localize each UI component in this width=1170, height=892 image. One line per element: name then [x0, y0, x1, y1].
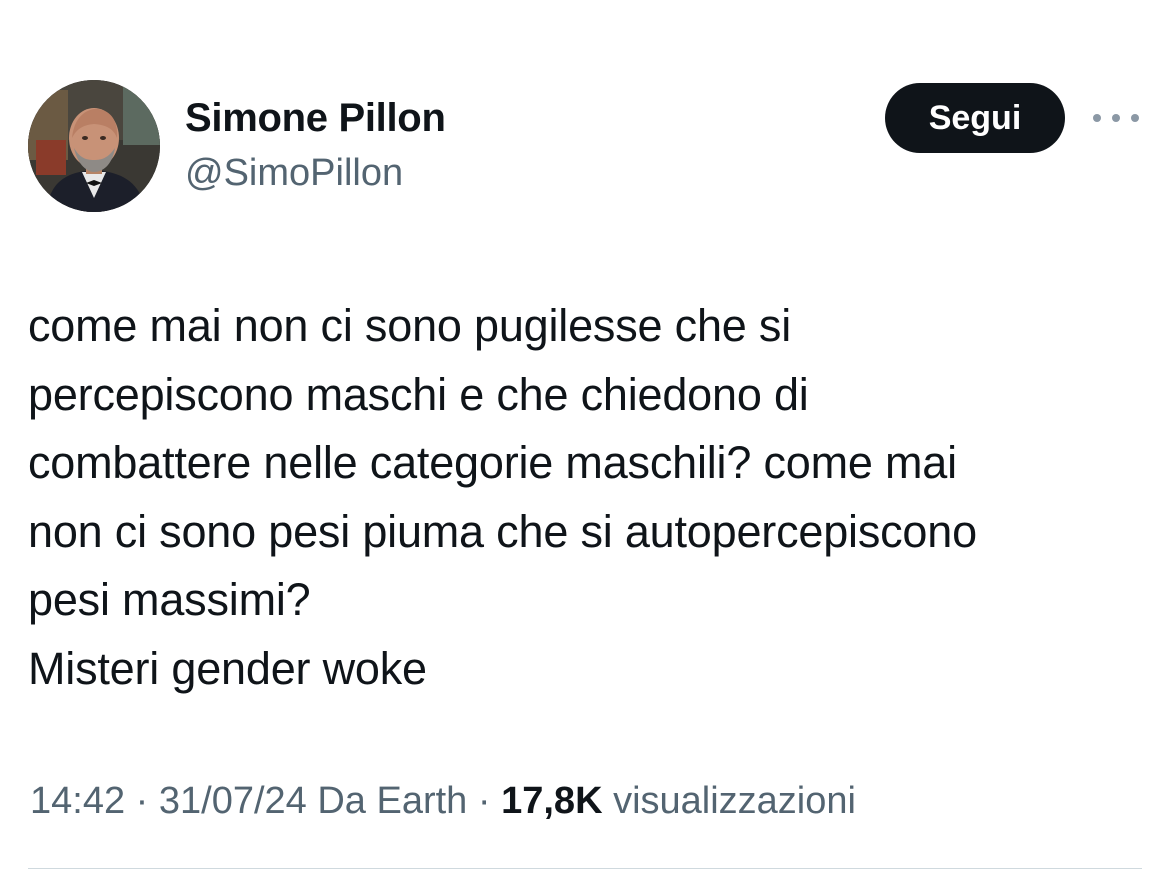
meta-separator: · [135, 780, 149, 822]
tweet-text-line: percepiscono maschi e che chiedono di [28, 368, 809, 420]
views-count[interactable]: 17,8K [501, 780, 602, 822]
tweet-text-line: pesi massimi? [28, 574, 311, 625]
views-label[interactable]: visualizzazioni [613, 780, 856, 822]
author-avatar[interactable] [28, 80, 160, 212]
more-dot [1112, 114, 1120, 122]
tweet-time[interactable]: 14:42 [30, 780, 125, 822]
tweet-text-line: combattere nelle categorie maschili? com… [28, 437, 957, 488]
author-display-name[interactable]: Simone Pillon [185, 96, 446, 141]
tweet-date[interactable]: 31/07/24 [159, 780, 307, 822]
more-dot [1131, 114, 1139, 122]
avatar-photo [28, 80, 160, 212]
tweet-source: Da Earth [317, 780, 468, 822]
more-dot [1093, 114, 1101, 122]
tweet-metadata: 14:42 · 31/07/24 Da Earth · 17,8K visual… [30, 780, 856, 823]
divider [28, 868, 1142, 869]
tweet-card: Simone Pillon @SimoPillon Segui come mai… [0, 0, 1170, 892]
more-options-icon[interactable] [1093, 103, 1139, 133]
tweet-text-line: non ci sono pesi piuma che si autopercep… [28, 505, 977, 557]
tweet-text-line: Misteri gender woke [28, 642, 427, 694]
author-handle[interactable]: @SimoPillon [185, 152, 403, 195]
follow-button[interactable]: Segui [885, 83, 1065, 153]
tweet-text-line: come mai non ci sono pugilesse che si [28, 300, 792, 351]
tweet-text: come mai non ci sono pugilesse che si pe… [28, 292, 1148, 703]
meta-separator: · [477, 780, 491, 822]
